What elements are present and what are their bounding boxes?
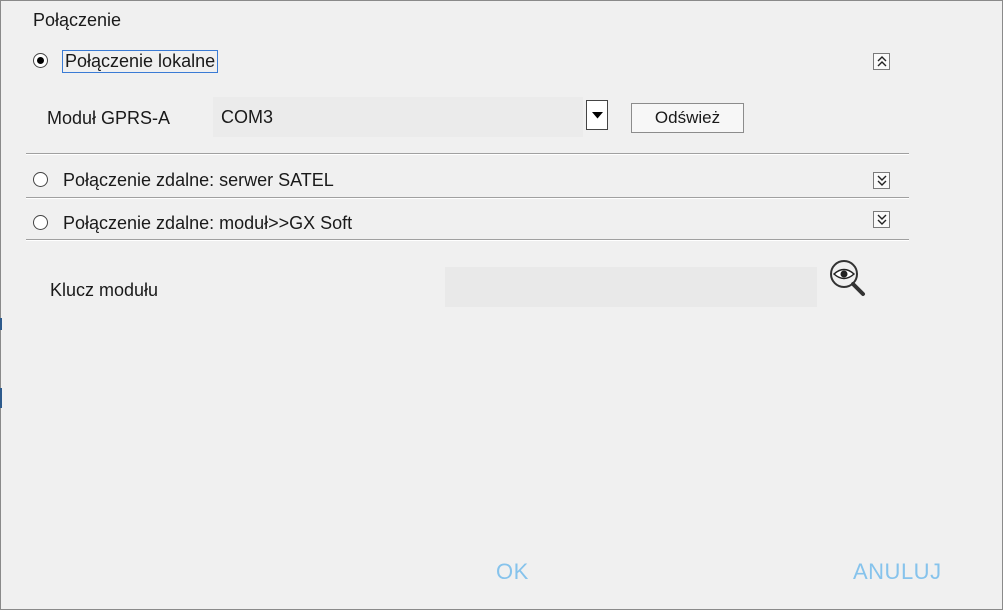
collapse-up-icon <box>877 56 887 67</box>
separator <box>26 239 909 241</box>
radio-remote-satel[interactable] <box>33 172 48 187</box>
expand-gx-button[interactable] <box>873 211 890 228</box>
ok-button[interactable]: OK <box>496 559 529 585</box>
expand-down-icon <box>877 175 887 186</box>
remote-gx-label[interactable]: Połączenie zdalne: moduł>>GX Soft <box>63 213 352 234</box>
module-label: Moduł GPRS-A <box>47 108 171 128</box>
eye-magnifier-icon <box>830 260 865 296</box>
left-edge-marks <box>0 0 3 610</box>
key-label: Klucz modułu <box>50 280 159 300</box>
module-key-field[interactable] <box>445 267 817 307</box>
group-title: Połączenie <box>33 10 122 30</box>
separator <box>26 197 909 199</box>
port-value: COM3 <box>221 107 274 127</box>
remote-satel-label[interactable]: Połączenie zdalne: serwer SATEL <box>63 170 334 191</box>
radio-local-connection[interactable] <box>33 53 48 68</box>
collapse-local-button[interactable] <box>873 53 890 70</box>
show-key-button[interactable] <box>826 258 878 305</box>
port-dropdown-button[interactable] <box>586 100 608 130</box>
cancel-button[interactable]: ANULUJ <box>853 559 942 585</box>
local-connection-label[interactable]: Połączenie lokalne <box>61 50 219 73</box>
expand-down-icon <box>877 214 887 225</box>
expand-satel-button[interactable] <box>873 172 890 189</box>
separator <box>26 153 909 155</box>
refresh-button[interactable]: Odśwież <box>631 103 744 133</box>
chevron-down-icon <box>592 112 603 119</box>
port-combobox[interactable]: COM3 <box>213 97 583 137</box>
radio-remote-gx[interactable] <box>33 215 48 230</box>
